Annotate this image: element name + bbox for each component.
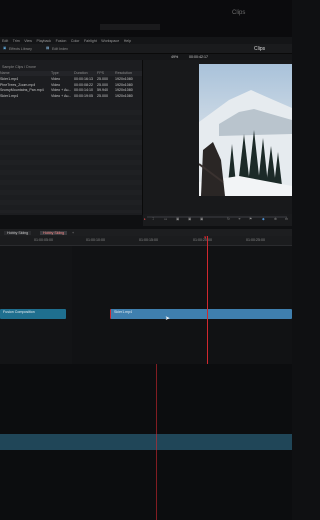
media-cell-type: Video + Au... bbox=[51, 88, 72, 92]
menu-item-color[interactable]: Color bbox=[71, 39, 80, 43]
clip-fusion-composition[interactable]: Fusion Composition bbox=[0, 309, 66, 319]
zoom-icon[interactable]: ⊕ bbox=[274, 217, 277, 221]
ruler-label: 01:00:10:00 bbox=[86, 238, 105, 242]
ruler-label: 01:00:15:00 bbox=[139, 238, 158, 242]
media-cell-duration: 00:00:08:22 bbox=[74, 82, 93, 87]
trim-tool-icon[interactable]: ⌶ bbox=[152, 217, 154, 221]
media-cell-type: Video bbox=[51, 77, 61, 81]
menu-item-trim[interactable]: Trim bbox=[13, 39, 20, 43]
menu-item-fusion[interactable]: Fusion bbox=[56, 39, 67, 43]
tab-timeline-2[interactable]: Hobby Skiing bbox=[40, 230, 68, 235]
menu-item-fairlight[interactable]: Fairlight bbox=[84, 39, 97, 43]
blurred-playhead bbox=[156, 364, 157, 520]
toolbar: ▣ Effects Library ▤ Edit Index Clips bbox=[0, 44, 292, 54]
overwrite-icon[interactable]: ▣ bbox=[188, 217, 191, 221]
add-tab-icon[interactable]: + bbox=[72, 231, 74, 235]
column-type[interactable]: Type bbox=[51, 71, 59, 76]
ruler-label: 01:00:20:00 bbox=[193, 238, 212, 242]
window-topbar: Clips bbox=[0, 0, 292, 40]
media-cell-name: Skier1.mp4 bbox=[0, 77, 19, 81]
media-pool-row[interactable]: Skier1.mp4 Video 00:00:16:13 25.000 1920x108… bbox=[0, 77, 142, 82]
menu-item-edit[interactable]: Edit bbox=[2, 39, 8, 43]
timeline-playhead[interactable] bbox=[207, 236, 208, 364]
viewer-title: Clips bbox=[254, 45, 266, 52]
media-cell-type: Video bbox=[51, 82, 61, 87]
media-cell-fps: 25.000 bbox=[97, 82, 108, 87]
column-name[interactable]: Name bbox=[0, 71, 10, 76]
menu-item-workspace[interactable]: Workspace bbox=[101, 39, 119, 43]
media-pool-icon[interactable]: ▣ bbox=[3, 46, 6, 50]
media-pool-row[interactable]: PineTrees_Zoom.mp4 Video 00:00:08:22 25.000… bbox=[0, 83, 142, 88]
media-cell-resolution: 1920x1080 bbox=[115, 88, 133, 92]
ruler-label: 01:00:05:00 bbox=[34, 238, 53, 242]
media-cell-duration: 00:00:16:13 bbox=[74, 77, 93, 81]
media-cell-fps: 25.000 bbox=[97, 93, 108, 98]
blurred-clip-strip bbox=[0, 434, 292, 450]
media-cell-duration: 00:00:19:05 bbox=[74, 93, 93, 98]
media-pool-row[interactable]: SnowyMountains_Pan.mp4 Video + Au... 00:00… bbox=[0, 88, 142, 93]
viewer-timecode: 00:00:42:17 bbox=[189, 55, 208, 59]
media-cell-resolution: 1920x1080 bbox=[115, 93, 133, 98]
flag-icon[interactable]: ⚑ bbox=[249, 217, 252, 221]
bin-path: Sample Clips / Drone bbox=[2, 65, 36, 69]
replace-icon[interactable]: ▣ bbox=[200, 217, 203, 221]
lower-blurred-area bbox=[0, 364, 292, 520]
media-cell-fps: 25.000 bbox=[97, 77, 108, 81]
media-list: Skier1.mp4 Video 00:00:16:13 25.000 1920x108… bbox=[0, 77, 142, 101]
column-fps[interactable]: FPS bbox=[97, 71, 104, 76]
edit-index-tab[interactable]: Edit Index bbox=[52, 47, 68, 51]
track-area bbox=[0, 246, 292, 364]
snapping-icon[interactable]: ↻ bbox=[227, 217, 230, 221]
timeline-tracks[interactable]: Fusion Composition Skier1.mp4 ➤ bbox=[0, 246, 292, 364]
zoom-out-icon[interactable]: ⊖ bbox=[285, 217, 288, 221]
media-cell-resolution: 1920x1080 bbox=[115, 82, 133, 87]
column-duration[interactable]: Duration bbox=[74, 71, 88, 76]
media-pool-tab[interactable]: Effects Library bbox=[9, 47, 32, 51]
media-pool-empty-area bbox=[0, 105, 142, 213]
menu-items: Edit Trim View Playback Fusion Color Fairlight… bbox=[2, 39, 131, 43]
clip-skier[interactable]: Skier1.mp4 bbox=[110, 309, 292, 319]
media-pool-header: Name Type Duration FPS Resolution bbox=[0, 71, 142, 76]
media-cell-resolution: 1920x1080 bbox=[115, 77, 133, 81]
column-resolution[interactable]: Resolution bbox=[115, 71, 132, 76]
media-cell-duration: 00:00:14:10 bbox=[74, 88, 93, 92]
media-cell-name: Skier1.mp4 bbox=[0, 93, 19, 98]
tab-timeline-1[interactable]: Hobby Skiing bbox=[4, 230, 32, 235]
marker-icon[interactable]: ◆ bbox=[262, 217, 265, 221]
menu-item-view[interactable]: View bbox=[24, 39, 32, 43]
mouse-cursor-icon: ➤ bbox=[165, 316, 171, 322]
zoom-level[interactable]: 49% bbox=[171, 55, 178, 59]
menu-bar: Edit Trim View Playback Fusion Color Fairlight… bbox=[0, 37, 292, 44]
viewer-frame bbox=[199, 64, 292, 196]
media-cell-name: SnowyMountains_Pan.mp4 bbox=[0, 88, 44, 92]
timeline-ruler[interactable]: 01:00:05:00 01:00:10:00 01:00:15:00 01:0… bbox=[0, 236, 292, 246]
media-cell-fps: 59.940 bbox=[97, 88, 108, 92]
edit-index-icon[interactable]: ▤ bbox=[46, 46, 49, 50]
ruler-label: 01:00:25:00 bbox=[246, 238, 265, 242]
app-title: Clips bbox=[232, 10, 246, 16]
edit-toolbar: ▸ ⌶ ▭ ▣ ▣ ▣ ↻ ⚭ ⚑ ◆ ⊕ ⊖ bbox=[0, 214, 292, 224]
timeline-tabs: Hobby Skiing Hobby Skiing + bbox=[0, 229, 292, 236]
menu-item-playback[interactable]: Playback bbox=[37, 39, 52, 43]
menu-item-help[interactable]: Help bbox=[124, 39, 131, 43]
media-cell-type: Video + Au... bbox=[51, 93, 72, 98]
select-tool-icon[interactable]: ▸ bbox=[144, 217, 146, 221]
playhead-handle-icon[interactable]: ▾ bbox=[204, 235, 207, 241]
window-title-placeholder bbox=[100, 24, 160, 30]
media-pool-row[interactable]: Skier1.mp4 Video + Au... 00:00:19:05 25.000… bbox=[0, 94, 142, 99]
insert-icon[interactable]: ▣ bbox=[176, 217, 179, 221]
media-pool: Sample Clips / Drone Name Type Duration … bbox=[0, 60, 143, 215]
blade-tool-icon[interactable]: ▭ bbox=[164, 217, 167, 221]
media-cell-name: PineTrees_Zoom.mp4 bbox=[0, 82, 36, 87]
link-icon[interactable]: ⚭ bbox=[238, 217, 241, 221]
